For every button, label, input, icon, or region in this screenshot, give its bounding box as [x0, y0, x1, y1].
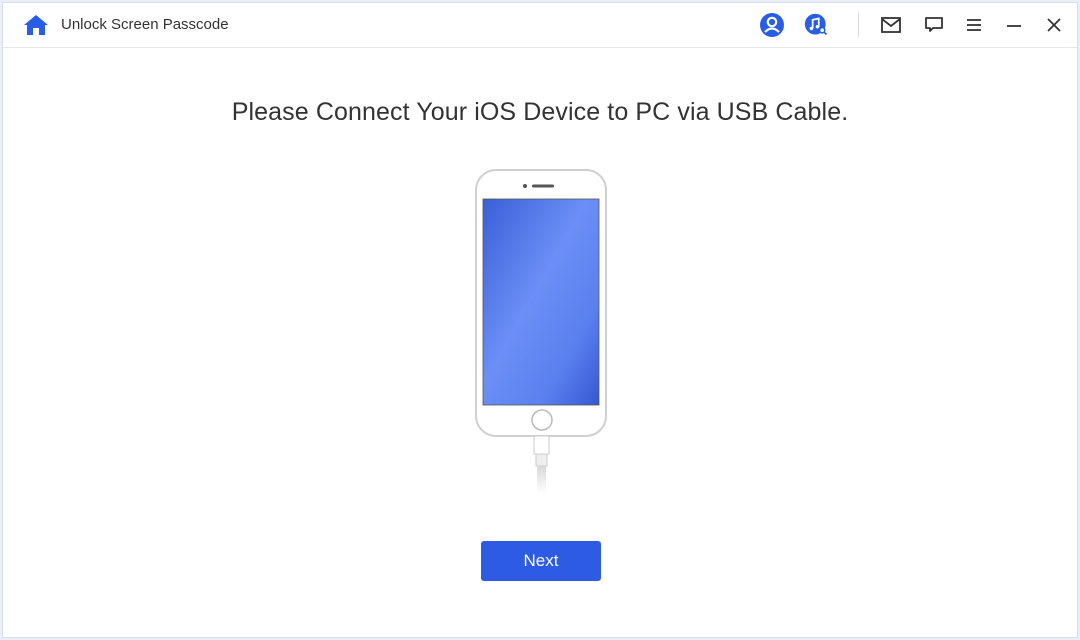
menu-icon[interactable]	[961, 12, 987, 38]
home-button	[531, 409, 553, 431]
music-search-icon[interactable]	[804, 12, 830, 38]
app-title: Unlock Screen Passcode	[61, 16, 229, 33]
toolbar-divider	[858, 13, 859, 37]
app-window: Unlock Screen Passcode Please Connect Yo…	[2, 2, 1078, 638]
phone-camera	[523, 184, 527, 188]
feedback-icon[interactable]	[921, 12, 947, 38]
next-button[interactable]: Next	[481, 541, 601, 581]
account-icon[interactable]	[759, 12, 785, 38]
home-icon[interactable]	[23, 13, 49, 37]
phone-illustration	[475, 169, 607, 493]
close-icon[interactable]	[1041, 12, 1067, 38]
phone-speaker	[532, 184, 554, 188]
title-bar: Unlock Screen Passcode	[3, 3, 1077, 48]
phone-screen	[482, 198, 600, 406]
page-heading: Please Connect Your iOS Device to PC via…	[231, 98, 849, 126]
mail-icon[interactable]	[878, 12, 904, 38]
usb-cable	[537, 466, 546, 493]
cable-connector	[533, 435, 550, 455]
minimize-icon[interactable]	[1001, 12, 1027, 38]
